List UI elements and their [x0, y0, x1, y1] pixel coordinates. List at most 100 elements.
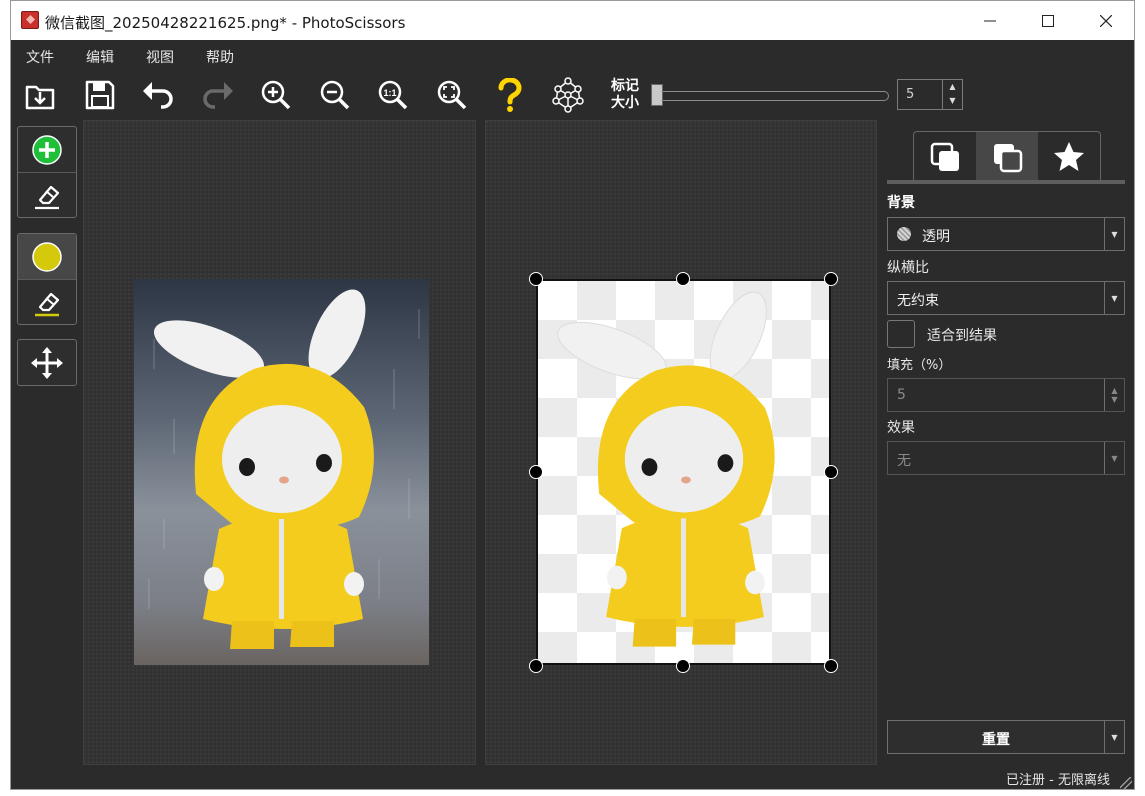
transparent-icon	[897, 227, 911, 241]
mark-background-button[interactable]	[18, 234, 76, 279]
crop-handle-left[interactable]	[529, 465, 543, 479]
crop-handle-bottom-right[interactable]	[824, 659, 838, 673]
padding-label: 填充（%）	[887, 358, 952, 373]
background-label: 背景	[887, 195, 915, 211]
move-icon	[31, 346, 63, 379]
background-tool-group	[17, 233, 77, 325]
eraser-icon	[35, 185, 60, 210]
minimize-icon	[984, 20, 996, 21]
source-image-pane[interactable]	[83, 120, 476, 765]
menu-view[interactable]: 视图	[146, 47, 174, 67]
crop-handle-bottom[interactable]	[676, 659, 690, 673]
aspect-ratio-select[interactable]: 无约束 ▼	[887, 281, 1125, 315]
padding-value: 5	[897, 387, 906, 403]
zoom-out-icon	[320, 80, 350, 110]
mark-size-label-line1: 标记	[611, 78, 639, 94]
crop-handle-top-left[interactable]	[529, 272, 543, 286]
background-value: 透明	[922, 229, 950, 245]
effect-value: 无	[897, 453, 911, 469]
effect-select[interactable]: 无 ▼	[887, 441, 1125, 475]
fit-result-checkbox[interactable]	[887, 320, 915, 348]
reset-label: 重置	[982, 732, 1010, 748]
tab-background[interactable]	[914, 132, 976, 181]
network-icon	[552, 77, 584, 113]
maximize-button[interactable]	[1019, 1, 1077, 40]
actual-size-icon: 1:1	[378, 80, 408, 110]
toolbar: 1:1 标记 大小 5 ▲ ▼	[11, 70, 1134, 120]
crop-tab-icon	[994, 143, 1023, 172]
tab-crop[interactable]	[976, 132, 1038, 181]
title-bar: 微信截图_20250428221625.png* - PhotoScissors	[11, 1, 1134, 40]
menu-help[interactable]: 帮助	[206, 47, 234, 67]
zoom-out-button[interactable]	[316, 76, 354, 114]
crop-handle-bottom-left[interactable]	[529, 659, 543, 673]
add-foreground-button[interactable]	[18, 127, 76, 172]
menu-edit[interactable]: 编辑	[86, 47, 114, 67]
source-image	[134, 279, 429, 665]
mark-size-label-line2: 大小	[611, 95, 639, 111]
crop-handle-right[interactable]	[824, 465, 838, 479]
help-button[interactable]	[491, 76, 529, 114]
reset-button[interactable]: 重置 ▼	[887, 720, 1125, 754]
tab-underline	[887, 180, 1125, 184]
chevron-down-icon[interactable]: ▼	[1104, 218, 1124, 250]
chevron-down-icon[interactable]: ▼	[1104, 282, 1124, 314]
mark-size-slider[interactable]	[651, 91, 889, 101]
save-icon	[85, 80, 115, 110]
background-tab-icon	[930, 142, 959, 171]
menu-file[interactable]: 文件	[26, 47, 54, 67]
move-tool-group	[17, 339, 77, 386]
zoom-in-icon	[261, 80, 291, 110]
tab-effects[interactable]	[1038, 132, 1100, 181]
eraser-background-icon	[35, 292, 60, 317]
mark-size-slider-thumb[interactable]	[651, 84, 663, 106]
mark-size-label: 标记 大小	[611, 78, 639, 112]
bunny-figure-cutout	[557, 291, 775, 647]
close-button[interactable]	[1077, 1, 1134, 40]
crop-handle-top[interactable]	[676, 272, 690, 286]
save-button[interactable]	[81, 76, 119, 114]
spin-down-icon[interactable]: ▼	[943, 94, 962, 108]
actual-size-button[interactable]: 1:1	[374, 76, 412, 114]
zoom-in-button[interactable]	[257, 76, 295, 114]
chevron-down-icon[interactable]: ▼	[1104, 721, 1124, 753]
license-status: 已注册 - 无限离线	[1006, 773, 1110, 788]
result-image-pane[interactable]	[485, 120, 877, 765]
menu-bar: 文件 编辑 视图 帮助	[11, 40, 1134, 70]
mark-background-icon	[32, 241, 62, 272]
aspect-ratio-label: 纵横比	[887, 260, 929, 276]
spin-up-icon[interactable]: ▲	[943, 80, 962, 94]
redo-icon	[203, 82, 233, 109]
bunny-figure	[153, 289, 374, 649]
erase-foreground-button[interactable]	[18, 172, 76, 217]
effect-label: 效果	[887, 420, 915, 436]
background-select[interactable]: 透明 ▼	[887, 217, 1125, 251]
undo-button[interactable]	[139, 76, 177, 114]
redo-button[interactable]	[199, 76, 237, 114]
chevron-down-icon[interactable]: ▼	[1104, 442, 1124, 474]
result-image	[536, 279, 831, 665]
status-bar: 已注册 - 无限离线	[11, 765, 1134, 789]
help-icon	[498, 78, 522, 112]
minimize-button[interactable]	[961, 1, 1019, 40]
network-button[interactable]	[549, 76, 587, 114]
move-button[interactable]	[18, 340, 76, 385]
fit-result-label: 适合到结果	[927, 328, 997, 344]
padding-spinbox[interactable]: 5 ▲ ▼	[887, 378, 1125, 412]
padding-spin-arrows[interactable]: ▲ ▼	[1104, 379, 1124, 411]
aspect-ratio-value: 无约束	[897, 293, 939, 309]
mark-size-spinbox[interactable]: 5 ▲ ▼	[897, 79, 963, 110]
bunny-cutout	[557, 291, 775, 647]
svg-text:1:1: 1:1	[383, 88, 396, 98]
crop-handle-top-right[interactable]	[824, 272, 838, 286]
erase-background-button[interactable]	[18, 279, 76, 324]
undo-icon	[143, 82, 173, 109]
fit-button[interactable]	[433, 76, 471, 114]
foreground-tool-group	[17, 126, 77, 218]
settings-panel: 背景 透明 ▼ 纵横比 无约束 ▼ 适合到结果 填充（%） 5 ▲ ▼ 效果 无 …	[877, 120, 1134, 765]
spin-arrows[interactable]: ▲ ▼	[942, 80, 962, 109]
resize-grip-icon[interactable]	[1120, 777, 1132, 789]
open-button[interactable]	[21, 76, 59, 114]
close-icon	[1100, 14, 1112, 27]
window-title: 微信截图_20250428221625.png* - PhotoScissors	[45, 14, 406, 32]
